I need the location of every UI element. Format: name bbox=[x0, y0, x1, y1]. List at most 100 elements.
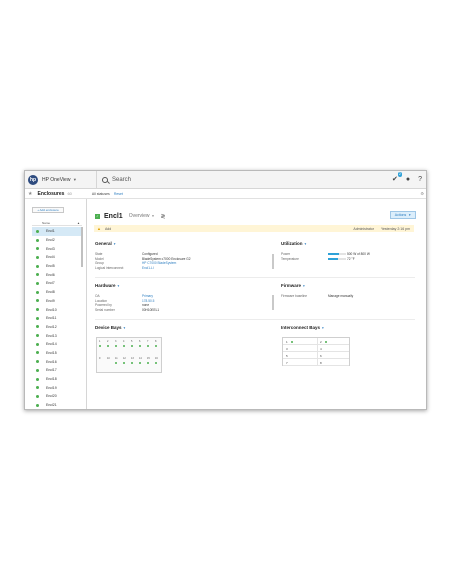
search-input[interactable]: Search bbox=[112, 177, 131, 183]
settings-icon[interactable]: ⚙ bbox=[420, 191, 424, 196]
firmware-key: Firmware baseline bbox=[281, 294, 308, 298]
bay-number: 3 bbox=[115, 340, 117, 343]
utilization-bar bbox=[328, 257, 338, 260]
list-item[interactable]: Encl8 bbox=[32, 288, 82, 297]
list-item[interactable]: Encl11 bbox=[32, 314, 82, 323]
utilization-title[interactable]: Utilization ▾ bbox=[281, 241, 306, 246]
list-item-label: Encl19 bbox=[46, 385, 57, 390]
sidebar-scrollbar[interactable] bbox=[81, 227, 83, 267]
bay-number: 6 bbox=[139, 340, 141, 343]
list-item[interactable]: Encl19 bbox=[32, 383, 82, 392]
list-item-label: Encl6 bbox=[46, 272, 55, 277]
bay-status-icon[interactable] bbox=[155, 345, 157, 347]
list-item-label: Encl1 bbox=[46, 229, 55, 234]
interconnect-bay-number: 1 bbox=[286, 340, 288, 344]
firmware-title[interactable]: Firmware ▾ bbox=[281, 283, 305, 288]
list-item[interactable]: Encl13 bbox=[32, 331, 82, 340]
bay-status-icon[interactable] bbox=[123, 362, 125, 364]
interconnect-row[interactable]: 34 bbox=[283, 345, 349, 352]
property-value[interactable]: 178.50.5 bbox=[142, 299, 154, 303]
hardware-title[interactable]: Hardware ▾ bbox=[95, 283, 119, 288]
activity-icon[interactable]: ✔ 2 bbox=[392, 172, 402, 185]
list-item[interactable]: Encl20 bbox=[32, 392, 82, 401]
add-enclosure-button[interactable]: + Add enclosure bbox=[32, 207, 64, 213]
activity-alert[interactable]: ▲ Add Administrator Yesterday 2:16 pm bbox=[94, 225, 414, 232]
actions-button[interactable]: Actions ▼ bbox=[390, 211, 416, 219]
app-name-label: HP OneView bbox=[42, 176, 71, 183]
list-column-header[interactable]: Name ▲ bbox=[32, 221, 82, 226]
list-item[interactable]: Encl7 bbox=[32, 279, 82, 288]
list-item[interactable]: Encl5 bbox=[32, 262, 82, 271]
property-value[interactable]: HP C7000 BladeSystem bbox=[142, 261, 176, 265]
hp-logo-icon[interactable]: hp bbox=[28, 174, 38, 185]
status-filter[interactable]: All statuses bbox=[92, 192, 110, 196]
list-item[interactable]: Encl6 bbox=[32, 270, 82, 279]
sort-icon[interactable]: ▲ bbox=[77, 221, 80, 225]
property-key: State bbox=[95, 252, 103, 256]
list-item-label: Encl9 bbox=[46, 298, 55, 303]
utilization-row: Temperature 72 °F bbox=[281, 257, 355, 261]
list-item[interactable]: Encl16 bbox=[32, 357, 82, 366]
list-item[interactable]: Encl1 bbox=[32, 227, 82, 236]
bay-number: 11 bbox=[115, 357, 118, 360]
status-ok-icon bbox=[36, 238, 39, 242]
app-name-menu[interactable]: HP OneView ▼ bbox=[42, 177, 88, 183]
search-box[interactable]: Search bbox=[96, 171, 131, 189]
user-icon[interactable]: ● bbox=[406, 175, 410, 185]
star-icon[interactable]: ★ bbox=[28, 191, 32, 197]
view-selector[interactable]: Overview bbox=[129, 213, 150, 219]
utilization-title-text: Utilization bbox=[281, 241, 303, 246]
bay-status-icon[interactable] bbox=[99, 345, 101, 347]
bay-status-icon[interactable] bbox=[123, 345, 125, 347]
interconnect-row[interactable]: 56 bbox=[283, 352, 349, 359]
bay-status-icon[interactable] bbox=[155, 362, 157, 364]
utilization-section: Utilization ▾ bbox=[281, 241, 306, 246]
firmware-title-text: Firmware bbox=[281, 283, 302, 288]
list-item[interactable]: Encl10 bbox=[32, 305, 82, 314]
list-item[interactable]: Encl3 bbox=[32, 244, 82, 253]
general-title[interactable]: General ▾ bbox=[95, 241, 116, 246]
status-ok-icon bbox=[36, 229, 39, 233]
list-item[interactable]: Encl15 bbox=[32, 349, 82, 358]
list-item[interactable]: Encl21 bbox=[32, 401, 82, 409]
search-icon bbox=[102, 176, 108, 183]
list-item[interactable]: Encl4 bbox=[32, 253, 82, 262]
property-value[interactable]: Primary bbox=[142, 294, 153, 298]
interconnect-bay-number: 3 bbox=[286, 347, 288, 351]
reset-link[interactable]: Reset bbox=[114, 192, 123, 196]
list-item[interactable]: Encl2 bbox=[32, 236, 82, 245]
property-row: Group HP C7000 BladeSystem bbox=[95, 261, 176, 265]
list-item[interactable]: Encl14 bbox=[32, 340, 82, 349]
list-item[interactable]: Encl17 bbox=[32, 366, 82, 375]
bay-status-icon[interactable] bbox=[107, 345, 109, 347]
interconnect-row[interactable]: 12 bbox=[283, 338, 349, 345]
list-item-label: Encl5 bbox=[46, 264, 55, 269]
refresh-icon[interactable]: ≷ bbox=[161, 213, 166, 220]
interconnect-status-icon bbox=[325, 340, 327, 343]
list-item-label: Encl13 bbox=[46, 333, 57, 338]
status-ok-icon bbox=[36, 281, 39, 285]
bay-status-icon[interactable] bbox=[131, 345, 133, 347]
bay-status-icon[interactable] bbox=[147, 362, 149, 364]
status-ok-icon: ✓ bbox=[95, 213, 100, 219]
list-item[interactable]: Encl12 bbox=[32, 323, 82, 332]
bay-status-icon[interactable] bbox=[147, 345, 149, 347]
chevron-down-icon[interactable]: ▼ bbox=[152, 214, 155, 218]
status-ok-icon bbox=[36, 377, 39, 381]
list-item[interactable]: Encl9 bbox=[32, 297, 82, 306]
property-row: Model BladeSystem c7000 Enclosure G2 bbox=[95, 257, 191, 261]
hardware-section: Hardware ▾ bbox=[95, 283, 119, 288]
interconnect-row[interactable]: 78 bbox=[283, 359, 349, 366]
bay-status-icon[interactable] bbox=[115, 345, 117, 347]
hardware-title-text: Hardware bbox=[95, 283, 116, 288]
list-item-label: Encl17 bbox=[46, 368, 57, 373]
device-bays-title[interactable]: Device Bays ▾ bbox=[95, 325, 125, 330]
property-value[interactable]: Encl1-LI bbox=[142, 266, 154, 270]
bay-status-icon[interactable] bbox=[139, 362, 141, 364]
interconnect-bays-title[interactable]: Interconnect Bays ▾ bbox=[281, 325, 324, 330]
bay-status-icon[interactable] bbox=[131, 362, 133, 364]
bay-status-icon[interactable] bbox=[139, 345, 141, 347]
bay-status-icon[interactable] bbox=[115, 362, 117, 364]
help-icon[interactable]: ? bbox=[418, 175, 422, 185]
list-item[interactable]: Encl18 bbox=[32, 375, 82, 384]
